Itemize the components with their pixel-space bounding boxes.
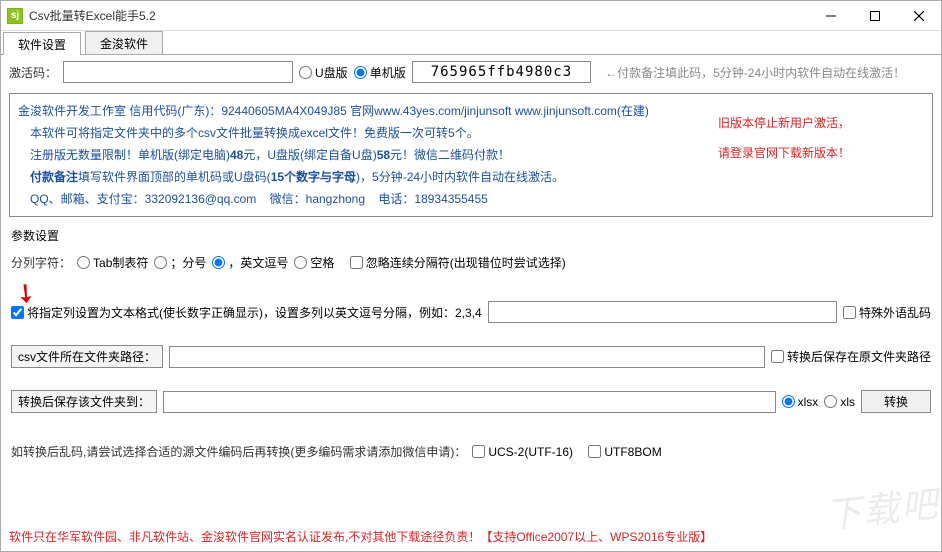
checkbox-special-encoding[interactable]: 特殊外语乱码 — [843, 304, 931, 321]
checkbox-save-same-folder[interactable]: 转换后保存在原文件夹路径 — [771, 348, 931, 365]
radio-tab[interactable]: Tab制表符 — [77, 254, 148, 271]
info-right-notice: 旧版本停止新用户激活， 请登录官网下载新版本！ — [714, 100, 924, 210]
dest-folder-input[interactable] — [163, 391, 776, 413]
minimize-button[interactable] — [809, 1, 853, 30]
source-folder-button[interactable]: csv文件所在文件夹路径： — [11, 345, 163, 368]
maximize-button[interactable] — [853, 1, 897, 30]
checkbox-ignore-consecutive[interactable]: 忽略连续分隔符(出现错位时尝试选择) — [350, 254, 566, 271]
activation-code-input[interactable] — [63, 61, 293, 83]
text-format-row: 将指定列设置为文本格式(使长数字正确显示)，设置多列以英文逗号分隔，例如：2,3… — [1, 297, 941, 327]
activation-label: 激活码： — [9, 64, 57, 81]
info-box: 金浚软件开发工作室 信用代码(广东)：92440605MA4X049J85 官网… — [9, 93, 933, 217]
radio-usb-version[interactable]: U盘版 — [299, 64, 348, 81]
tab-jinjun-software[interactable]: 金浚软件 — [85, 31, 163, 54]
delimiter-row: 分列字符： Tab制表符 ；分号 ，英文逗号 空格 忽略连续分隔符(出现错位时尝… — [1, 250, 941, 275]
checkbox-text-format[interactable]: 将指定列设置为文本格式(使长数字正确显示)，设置多列以英文逗号分隔，例如：2,3… — [11, 304, 482, 321]
section-params-label: 参数设置 — [1, 221, 941, 250]
radio-space[interactable]: 空格 — [294, 254, 334, 271]
titlebar: sj Csv批量转Excel能手5.2 — [1, 1, 941, 31]
radio-semicolon[interactable]: ；分号 — [154, 254, 206, 271]
footer-notice: 软件只在华军软件园、非凡软件站、金浚软件官网实名认证发布,不对其他下载途径负责！… — [9, 528, 933, 545]
checkbox-utf8bom[interactable]: UTF8BOM — [588, 445, 661, 459]
dest-path-row: 转换后保存该文件夹到： xlsx xls 转换 — [1, 386, 941, 417]
convert-button[interactable]: 转换 — [861, 390, 931, 413]
radio-comma[interactable]: ，英文逗号 — [212, 254, 288, 271]
radio-xls[interactable]: xls — [824, 395, 855, 409]
window-title: Csv批量转Excel能手5.2 — [29, 7, 809, 24]
radio-xlsx[interactable]: xlsx — [782, 395, 819, 409]
radio-standalone-version[interactable]: 单机版 — [354, 64, 406, 81]
dest-folder-button[interactable]: 转换后保存该文件夹到： — [11, 390, 157, 413]
maximize-icon — [870, 11, 880, 21]
encoding-row: 如转换后乱码,请尝试选择合适的源文件编码后再转换(更多编码需求请添加微信申请)：… — [1, 439, 941, 464]
text-columns-input[interactable] — [488, 301, 837, 323]
tab-bar: 软件设置 金浚软件 — [1, 31, 941, 55]
close-icon — [914, 11, 924, 21]
activation-hint: ←付款备注填此码，5分钟-24小时内软件自动在线激活！ — [605, 64, 905, 81]
minimize-icon — [826, 11, 836, 21]
source-path-row: csv文件所在文件夹路径： 转换后保存在原文件夹路径 — [1, 341, 941, 372]
encoding-label: 如转换后乱码,请尝试选择合适的源文件编码后再转换(更多编码需求请添加微信申请)： — [11, 443, 466, 460]
app-icon: sj — [7, 8, 23, 24]
checkbox-ucs2[interactable]: UCS-2(UTF-16) — [472, 445, 573, 459]
source-folder-input[interactable] — [169, 346, 765, 368]
info-left: 金浚软件开发工作室 信用代码(广东)：92440605MA4X049J85 官网… — [18, 100, 714, 210]
delimiter-label: 分列字符： — [11, 254, 71, 271]
machine-code-display: 765965ffb4980c3 — [412, 61, 591, 83]
tab-software-settings[interactable]: 软件设置 — [3, 32, 81, 55]
activation-row: 激活码： U盘版 单机版 765965ffb4980c3 ←付款备注填此码，5分… — [1, 55, 941, 89]
close-button[interactable] — [897, 1, 941, 30]
